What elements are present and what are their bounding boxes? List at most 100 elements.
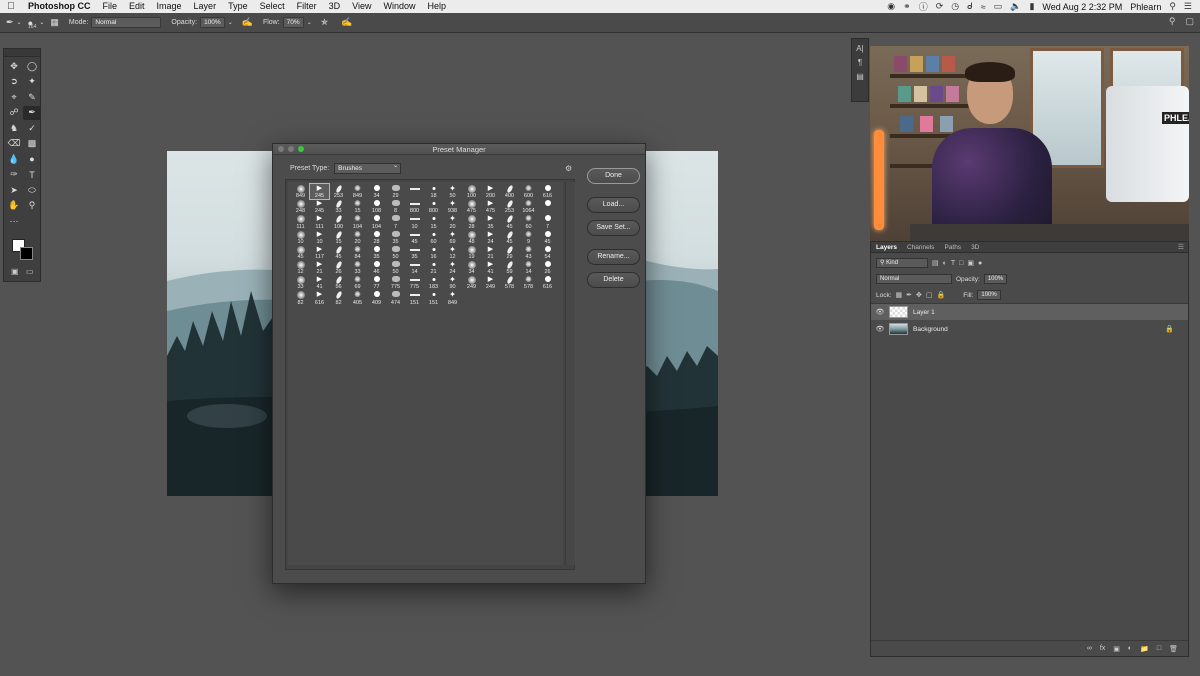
brush-tool-icon[interactable]: ✒ xyxy=(23,105,41,120)
brush-preset-item[interactable]: 35 xyxy=(367,245,386,260)
history-brush-tool-icon[interactable]: ✓ xyxy=(23,121,41,136)
blend-mode-select[interactable]: Normal xyxy=(876,274,952,284)
brush-preset-item[interactable]: 26 xyxy=(329,260,348,275)
brush-preset-item[interactable]: 578 xyxy=(500,275,519,290)
brush-preset-item[interactable]: 409 xyxy=(367,290,386,306)
brush-preset-item[interactable]: 50 xyxy=(386,245,405,260)
brush-preset-item[interactable]: ✺ 1064 xyxy=(519,199,538,215)
brush-preset-item[interactable]: 104 xyxy=(367,214,386,230)
brush-preset-item[interactable]: 100 xyxy=(462,184,481,199)
brush-preset-item[interactable]: 111 xyxy=(291,214,310,230)
background-color-swatch[interactable] xyxy=(20,247,33,260)
menu-type[interactable]: Type xyxy=(222,0,254,13)
volume-icon[interactable]: 🔈 xyxy=(1010,1,1021,12)
workspace-icon[interactable]: ▢ xyxy=(1185,16,1194,27)
trash-icon[interactable]: 🗑 xyxy=(1169,645,1178,653)
filter-toggle-icon[interactable]: ● xyxy=(978,260,982,267)
brush-preset-item[interactable]: 800 xyxy=(405,199,424,214)
new-group-icon[interactable]: 📁 xyxy=(1140,645,1149,653)
eye-icon[interactable]: 👁 xyxy=(871,308,889,316)
pressure-opacity-icon[interactable]: ✍ xyxy=(242,17,253,28)
brush-preset-item[interactable]: ▶ 41 xyxy=(310,275,329,290)
filter-adjustment-icon[interactable]: ◐ xyxy=(943,260,947,267)
blur-tool-icon[interactable]: 💧 xyxy=(5,152,23,167)
brush-preset-item[interactable]: ✦ 938 xyxy=(443,199,462,215)
brush-preset-item[interactable]: 45 xyxy=(329,245,348,260)
brush-preset-item[interactable]: ▶ 245 xyxy=(310,199,329,214)
brush-preset-item[interactable] xyxy=(405,184,424,199)
menu-window[interactable]: Window xyxy=(377,0,421,13)
brush-preset-item[interactable]: 45 xyxy=(500,214,519,230)
eye-icon[interactable]: 👁 xyxy=(871,325,889,333)
brush-preset-item[interactable]: 21 xyxy=(424,260,443,275)
airplay-icon[interactable]: ▭ xyxy=(994,1,1003,12)
done-button[interactable]: Done xyxy=(587,168,640,184)
pressure-size-icon[interactable]: ✍ xyxy=(341,17,352,28)
brush-preset-item[interactable]: ✺ 600 xyxy=(519,184,538,200)
dodge-tool-icon[interactable]: ● xyxy=(23,152,41,167)
healing-brush-tool-icon[interactable]: ☍ xyxy=(5,106,23,121)
minimize-window-icon[interactable] xyxy=(288,146,294,152)
filter-pixel-icon[interactable]: ▤ xyxy=(932,259,939,267)
menu-help[interactable]: Help xyxy=(421,0,452,13)
quick-mask-icon[interactable]: ▣ xyxy=(11,267,19,276)
brush-preset-item[interactable]: 45 xyxy=(500,230,519,245)
brush-preset-item[interactable]: ✺ 14 xyxy=(519,260,538,275)
shape-tool-icon[interactable]: ⬭ xyxy=(23,183,41,198)
lock-transparent-icon[interactable]: ▦ xyxy=(896,291,903,299)
brush-preset-item[interactable]: ▶ 21 xyxy=(310,260,329,275)
creative-cloud-icon[interactable]: ⚭ xyxy=(903,1,911,12)
brush-preset-item[interactable]: 82 xyxy=(329,290,348,306)
marquee-tool-icon[interactable]: ◯ xyxy=(23,59,41,74)
brush-preset-item[interactable]: 616 xyxy=(538,275,557,290)
brush-preset-item[interactable]: 19 xyxy=(462,245,481,260)
menu-app-name[interactable]: Photoshop CC xyxy=(22,0,97,13)
type-tool-icon[interactable]: T xyxy=(23,168,41,183)
brush-preset-item[interactable]: 54 xyxy=(538,245,557,260)
pen-tool-icon[interactable]: ✑ xyxy=(5,168,23,183)
brush-preset-item[interactable]: ▶ 616 xyxy=(310,290,329,305)
opacity-field[interactable]: 100% xyxy=(200,17,225,28)
brush-preset-item[interactable]: 253 xyxy=(500,199,519,214)
preset-list-scrollbar[interactable] xyxy=(565,182,575,565)
brush-preset-item[interactable]: ✺ 405 xyxy=(348,290,367,306)
battery-icon[interactable]: ▮ xyxy=(1029,1,1034,12)
brush-preset-item[interactable]: ▶ 111 xyxy=(310,214,329,229)
brush-preset-item[interactable]: ✺ 20 xyxy=(348,230,367,245)
brush-preset-item[interactable]: 60 xyxy=(424,230,443,245)
chevron-down-icon[interactable]: ⌄ xyxy=(307,19,312,26)
brush-preset-item[interactable]: 14 xyxy=(405,260,424,275)
brush-preset-item[interactable]: ✺ 104 xyxy=(348,214,367,230)
sync-icon[interactable]: ⟳ xyxy=(936,1,944,12)
eraser-tool-icon[interactable]: ⌫ xyxy=(5,137,23,152)
brush-preset-item[interactable]: 33 xyxy=(329,199,348,214)
tab-channels[interactable]: Channels xyxy=(902,242,939,252)
info-icon[interactable]: ⓘ xyxy=(919,0,928,13)
lock-all-icon[interactable]: 🔒 xyxy=(937,291,946,299)
brush-preset-item[interactable]: 775 xyxy=(405,275,424,290)
filter-smart-object-icon[interactable]: ▣ xyxy=(967,259,974,267)
brush-preset-item[interactable]: 59 xyxy=(500,260,519,275)
move-tool-icon[interactable]: ✥ xyxy=(5,59,23,74)
rename-button[interactable]: Rename... xyxy=(587,249,640,265)
brush-preset-item[interactable]: ✺ 43 xyxy=(519,245,538,260)
brush-preset-item[interactable]: 46 xyxy=(367,260,386,275)
menu-edit[interactable]: Edit xyxy=(123,0,151,13)
more-tools-icon[interactable]: ⋯ xyxy=(5,214,23,229)
brush-preset-item[interactable]: ✺ 84 xyxy=(348,245,367,260)
brush-preset-item[interactable]: 35 xyxy=(386,230,405,245)
time-machine-icon[interactable]: ◷ xyxy=(951,1,959,12)
notification-center-icon[interactable]: ☰ xyxy=(1184,1,1192,12)
layer-opacity-field[interactable]: 100% xyxy=(983,274,1008,284)
brush-tool-preset-icon[interactable]: ✒ xyxy=(6,17,14,28)
preset-type-select[interactable]: Brushes xyxy=(334,162,402,174)
brush-preset-item[interactable]: 800 xyxy=(424,199,443,214)
brush-preset-item[interactable]: ✺ 849 xyxy=(348,184,367,200)
brush-preset-item[interactable]: 29 xyxy=(386,184,405,199)
zoom-window-icon[interactable] xyxy=(298,146,304,152)
mode-select[interactable]: Normal xyxy=(91,17,162,28)
brush-preset-item[interactable]: 12 xyxy=(291,260,310,275)
brush-preset-item[interactable]: ✺ 9 xyxy=(519,230,538,245)
airbrush-icon[interactable]: ✯ xyxy=(321,17,329,28)
chevron-down-icon[interactable]: ⌄ xyxy=(17,19,22,26)
